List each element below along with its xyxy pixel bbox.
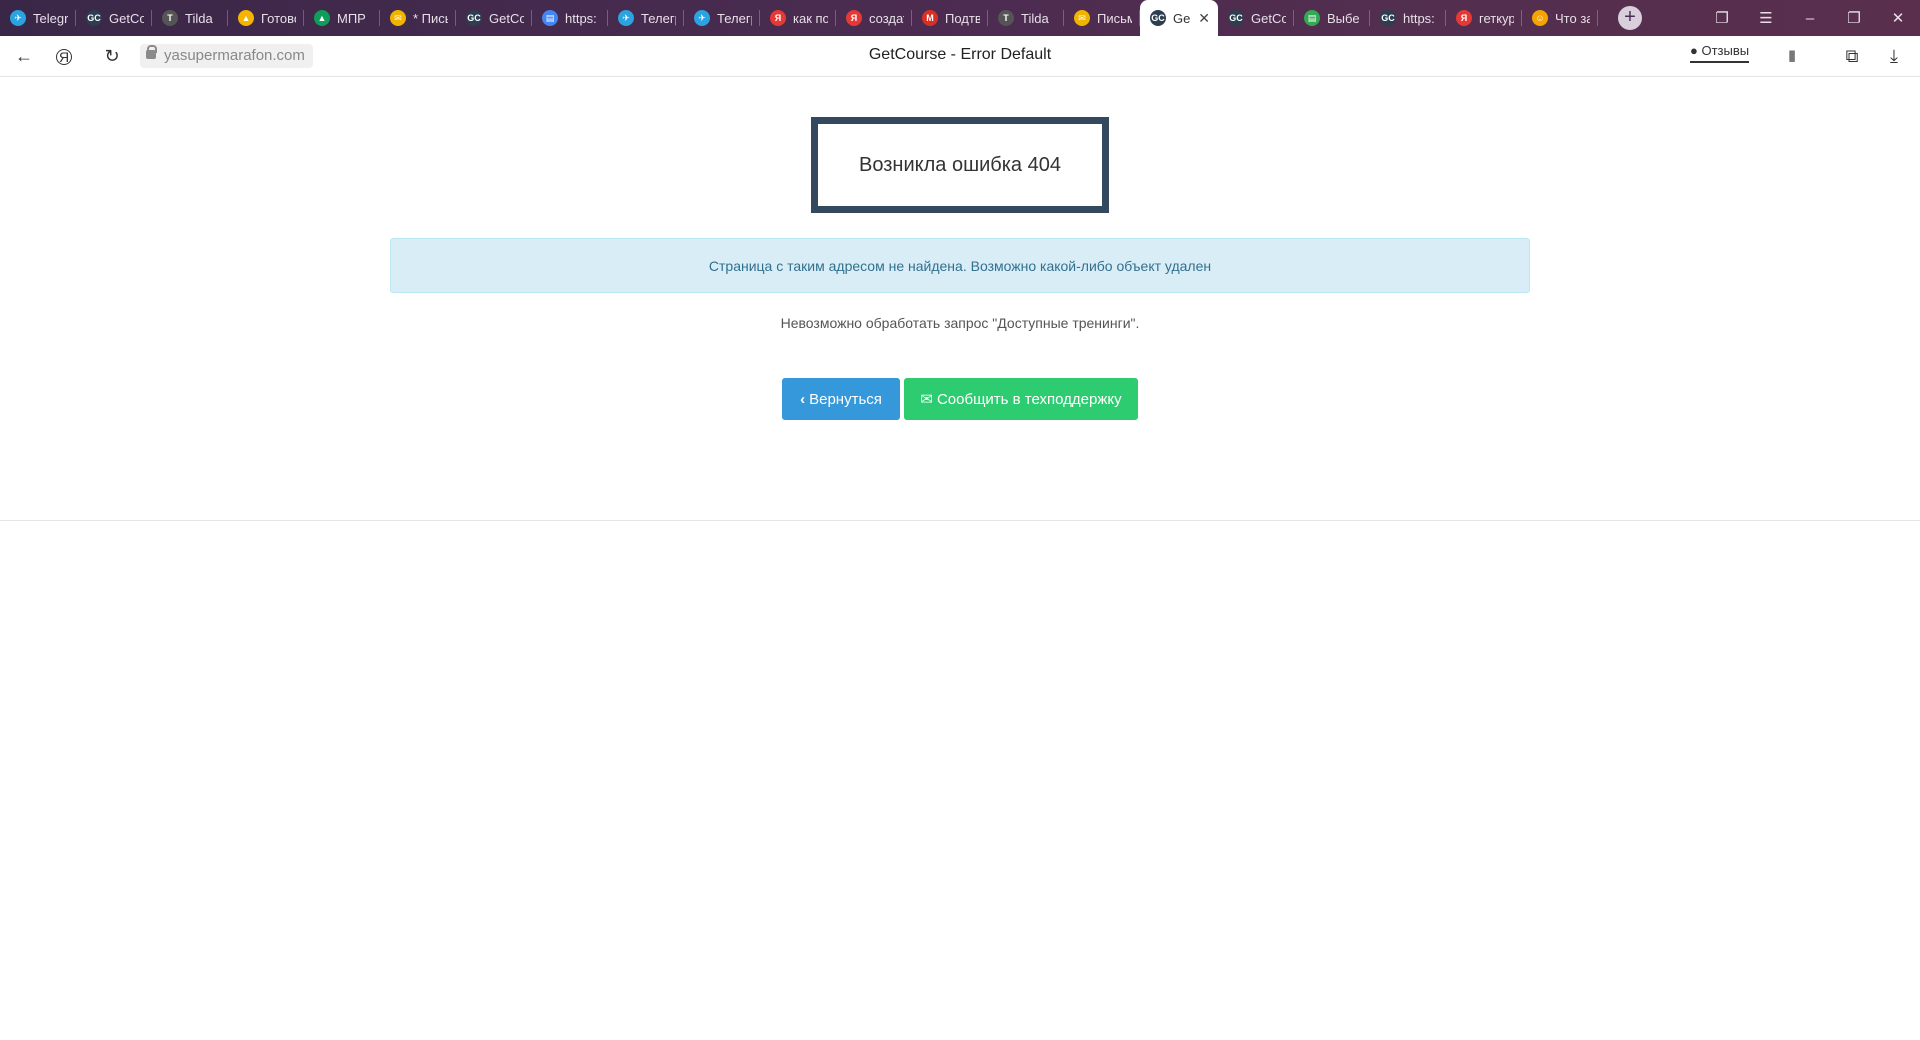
tilda-icon: T [162, 10, 178, 26]
back-button-label: Вернуться [809, 390, 882, 408]
close-window-button[interactable]: ✕ [1876, 9, 1920, 27]
new-tab-button[interactable]: + [1618, 6, 1642, 30]
restore-button[interactable]: ❐ [1832, 9, 1876, 27]
mail-icon: ✉ [1074, 10, 1090, 26]
bookmark-icon[interactable]: ▮ [1780, 44, 1804, 68]
drive-icon: ▲ [314, 10, 330, 26]
gmail-icon: M [922, 10, 938, 26]
browser-tab[interactable]: ✈ Телеграм [608, 0, 684, 36]
minimize-button[interactable]: – [1788, 10, 1832, 27]
tab-title: МПР [337, 10, 366, 26]
comment-icon: ● [1690, 43, 1698, 58]
browser-tab[interactable]: GC GetCourse [456, 0, 532, 36]
menu-icon[interactable]: ☰ [1744, 9, 1788, 27]
tab-title: GetCourse [489, 10, 524, 26]
doc-icon: ▤ [1304, 10, 1320, 26]
navigation-bar: ← Я ↻ yasupermarafon.com GetCourse - Err… [0, 36, 1920, 77]
tab-title: Tilda [1021, 10, 1049, 26]
tab-title: GetCourse [109, 10, 144, 26]
tab-title: Письм [1097, 10, 1132, 26]
browser-tab[interactable]: Ясоздать [836, 0, 912, 36]
tab-list: ✈ Telegram GC GetCourse T Tilda ▲ Готово ▲ МПР ✉ * … [0, 0, 1598, 36]
tab-title: Telegram [33, 10, 68, 26]
tab-title: Tilda [185, 10, 213, 26]
getcourse-icon: GC [1228, 10, 1244, 26]
browser-tab[interactable]: GC GetCourse [76, 0, 152, 36]
tab-strip: ✈ Telegram GC GetCourse T Tilda ▲ Готово ▲ МПР ✉ * … [0, 0, 1920, 36]
smile-icon: ☺ [1532, 10, 1548, 26]
browser-tab[interactable]: ✈ Телеграм [684, 0, 760, 36]
tab-title: Готово [261, 10, 296, 26]
browser-tab[interactable]: T Tilda [152, 0, 228, 36]
browser-tab[interactable]: ▤ Выбе [1294, 0, 1370, 36]
browser-tab[interactable]: ▲ Готово [228, 0, 304, 36]
browser-tab[interactable]: ☺ Что за [1522, 0, 1598, 36]
tab-title: Что за [1555, 10, 1590, 26]
error-heading-box: Возникла ошибка 404 [811, 117, 1109, 213]
browser-tab[interactable]: GC Ge ✕ [1140, 0, 1218, 36]
yandex-icon: Я [846, 10, 862, 26]
tab-title: создать [869, 10, 904, 26]
yandex-icon: Я [770, 10, 786, 26]
error-title: Возникла ошибка 404 [859, 153, 1061, 176]
browser-tab[interactable]: GC https: [1370, 0, 1446, 36]
alert-text: Страница с таким адресом не найдена. Воз… [708, 257, 1212, 274]
reviews-label: Отзывы [1701, 43, 1750, 58]
info-alert: Страница с таким адресом не найдена. Воз… [390, 238, 1530, 293]
support-button-label: Сообщить в техподдержку [936, 390, 1122, 408]
back-button[interactable]: ‹ Вернуться [782, 378, 900, 420]
tilda-icon: T [998, 10, 1014, 26]
close-tab-icon[interactable]: ✕ [1198, 10, 1210, 27]
browser-tab[interactable]: ▤ https: [532, 0, 608, 36]
browser-tab[interactable]: M Подтв [912, 0, 988, 36]
tab-title: https: [565, 10, 597, 26]
browser-tab[interactable]: Якак по [760, 0, 836, 36]
getcourse-icon: GC [1380, 10, 1396, 26]
telegram-icon: ✈ [694, 10, 710, 26]
page-content: Возникла ошибка 404 Страница с таким адр… [0, 77, 1920, 521]
tab-title: геткур [1479, 10, 1514, 26]
tab-title: Телеграм [641, 10, 676, 26]
tab-title: как по [793, 10, 828, 26]
window-controls: ❐ ☰ – ❐ ✕ [1700, 0, 1920, 36]
mail-icon: ✉ [390, 10, 406, 26]
drive-icon: ▲ [238, 10, 254, 26]
telegram-icon: ✈ [618, 10, 634, 26]
browser-tab[interactable]: ✉ Письм [1064, 0, 1140, 36]
telegram-icon: ✈ [10, 10, 26, 26]
browser-tab[interactable]: T Tilda [988, 0, 1064, 36]
getcourse-icon: GC [86, 10, 102, 26]
yandex-icon: Я [1456, 10, 1472, 26]
browser-tab[interactable]: ▲ МПР [304, 0, 380, 36]
browser-tab[interactable]: ✈ Telegram [0, 0, 76, 36]
tab-title: https: [1403, 10, 1435, 26]
getcourse-icon: GC [466, 10, 482, 26]
doc-icon: ▤ [542, 10, 558, 26]
download-icon[interactable]: ⤓ [1882, 44, 1906, 68]
footer-divider [0, 520, 1920, 521]
envelope-icon: ✉ [920, 391, 933, 408]
chevron-left-icon: ‹ [800, 390, 806, 408]
extensions-icon[interactable]: ⧉ [1840, 44, 1864, 68]
request-error-text: Невозможно обработать запрос "Доступные … [780, 315, 1140, 331]
browser-tab[interactable]: Ягеткур [1446, 0, 1522, 36]
browser-tab[interactable]: GC GetCo [1218, 0, 1294, 36]
collections-icon[interactable]: ❐ [1700, 9, 1744, 27]
tab-title: Ge [1173, 10, 1191, 26]
getcourse-icon: GC [1150, 10, 1166, 26]
tab-title: Выбе [1327, 10, 1360, 26]
browser-tab[interactable]: ✉ * Письма [380, 0, 456, 36]
tab-title: Подтв [945, 10, 980, 26]
page-title: GetCourse - Error Default [868, 46, 1052, 63]
reviews-button[interactable]: ● Отзывы [1690, 43, 1750, 63]
tab-title: * Письма [413, 10, 448, 26]
tab-title: Телеграм [717, 10, 752, 26]
tab-title: GetCo [1251, 10, 1286, 26]
support-button[interactable]: ✉ Сообщить в техподдержку [904, 378, 1138, 420]
